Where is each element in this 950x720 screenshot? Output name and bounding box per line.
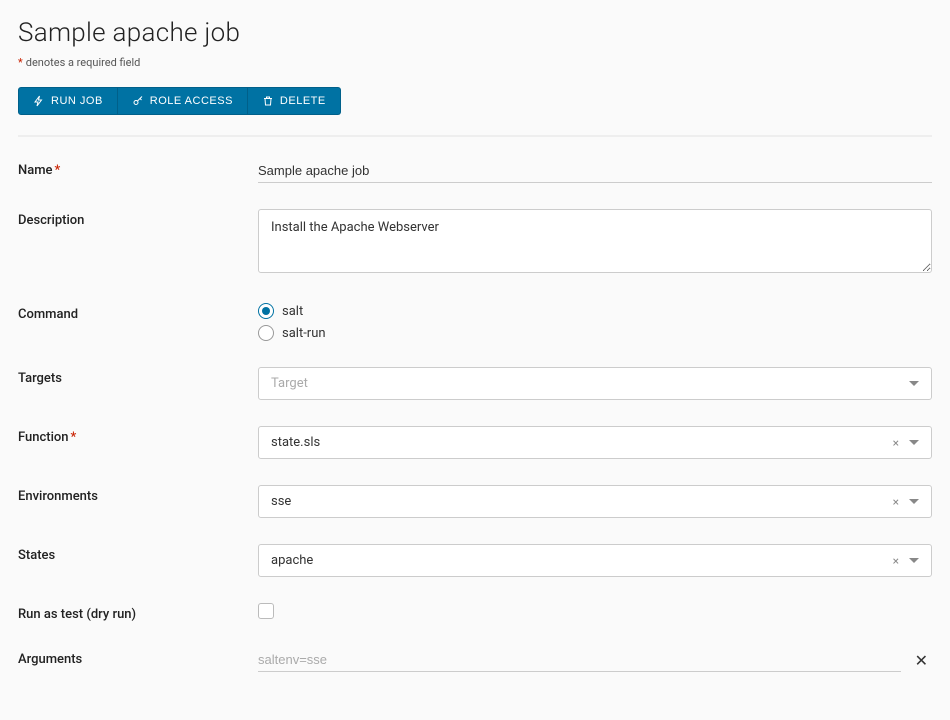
chevron-down-icon: [909, 381, 919, 386]
clear-icon[interactable]: ×: [893, 437, 899, 449]
section-divider: [18, 135, 932, 137]
command-radio-salt[interactable]: salt: [258, 303, 932, 319]
run-as-test-label: Run as test (dry run): [18, 603, 258, 622]
radio-checked-icon: [258, 303, 274, 319]
description-label: Description: [18, 209, 258, 228]
name-label: Name*: [18, 159, 258, 178]
radio-label: salt: [282, 304, 303, 319]
select-value: sse: [271, 494, 291, 509]
delete-button[interactable]: DELETE: [248, 87, 341, 115]
environments-select[interactable]: sse ×: [258, 485, 932, 518]
arguments-label: Arguments: [18, 648, 258, 667]
bolt-icon: [33, 95, 45, 107]
targets-select[interactable]: Target: [258, 367, 932, 400]
run-as-test-checkbox[interactable]: [258, 603, 274, 619]
clear-icon[interactable]: ×: [893, 496, 899, 508]
command-label: Command: [18, 303, 258, 322]
select-value: apache: [271, 553, 313, 568]
key-icon: [132, 95, 144, 107]
function-select[interactable]: state.sls ×: [258, 426, 932, 459]
clear-icon[interactable]: ×: [893, 555, 899, 567]
role-access-button[interactable]: ROLE ACCESS: [118, 87, 248, 115]
radio-unchecked-icon: [258, 325, 274, 341]
environments-label: Environments: [18, 485, 258, 504]
targets-label: Targets: [18, 367, 258, 386]
run-job-button[interactable]: RUN JOB: [18, 87, 118, 115]
function-label: Function*: [18, 426, 258, 445]
command-radio-salt-run[interactable]: salt-run: [258, 325, 932, 341]
chevron-down-icon: [909, 558, 919, 563]
name-input[interactable]: [258, 159, 932, 183]
states-select[interactable]: apache ×: [258, 544, 932, 577]
required-field-note: *denotes a required field: [18, 56, 932, 69]
remove-argument-icon[interactable]: ✕: [911, 651, 932, 670]
toolbar: RUN JOB ROLE ACCESS DELETE: [18, 87, 932, 115]
page-title: Sample apache job: [18, 18, 932, 48]
select-value: state.sls: [271, 435, 320, 450]
trash-icon: [262, 95, 274, 107]
radio-label: salt-run: [282, 326, 326, 341]
chevron-down-icon: [909, 499, 919, 504]
argument-input[interactable]: [258, 648, 901, 672]
chevron-down-icon: [909, 440, 919, 445]
select-placeholder: Target: [271, 376, 308, 391]
description-textarea[interactable]: Install the Apache Webserver: [258, 209, 932, 273]
states-label: States: [18, 544, 258, 563]
argument-item: ✕: [258, 648, 932, 672]
